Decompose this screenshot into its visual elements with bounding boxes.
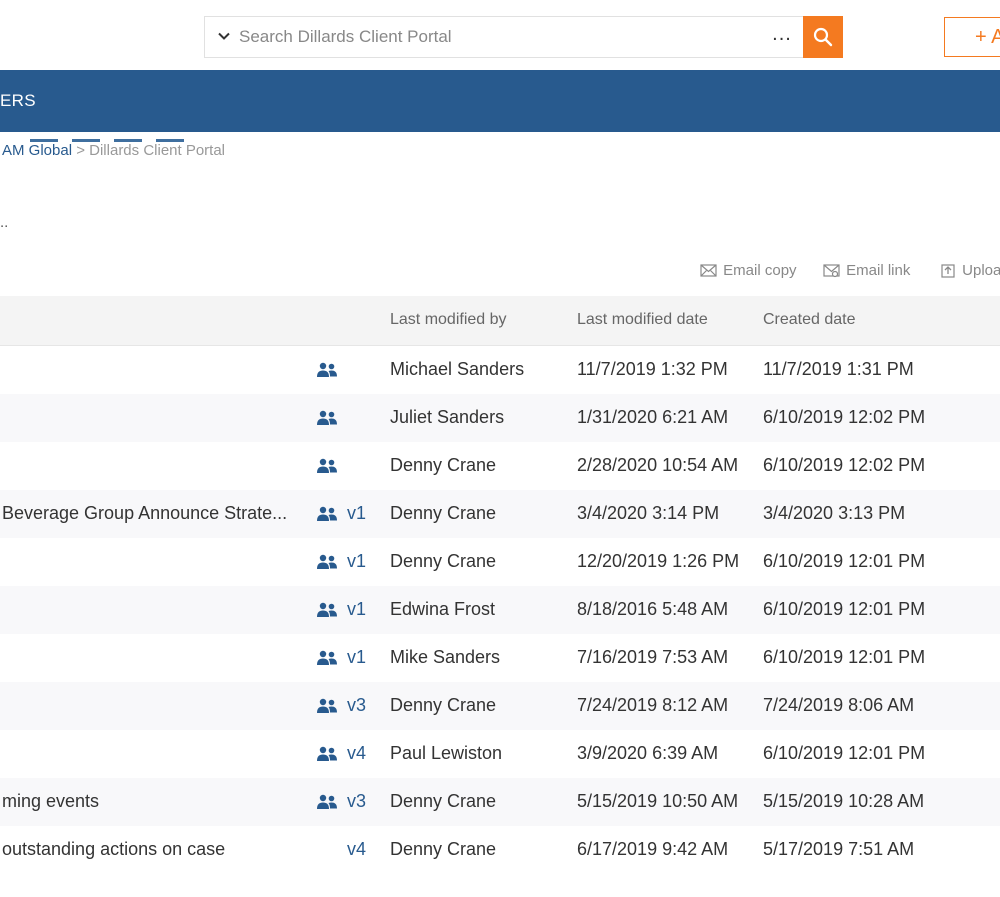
version-link[interactable]: v4	[347, 743, 366, 764]
last-modified-by: Michael Sanders	[390, 359, 525, 379]
search-button[interactable]	[803, 16, 843, 58]
email-copy-icon	[700, 262, 723, 279]
site-title: ERS	[0, 91, 36, 110]
table-row[interactable]: Beverage Group Announce Strate... v1 Denny…	[0, 490, 1000, 538]
description-fragment: ..	[0, 214, 9, 231]
shared-users-icon	[316, 410, 338, 431]
last-modified-date: 3/4/2020 3:14 PM	[577, 503, 720, 523]
last-modified-by: Juliet Sanders	[390, 407, 505, 427]
table-header: Last modified by Last modified date Crea…	[0, 296, 1000, 346]
nav-tab-indicators	[30, 129, 230, 142]
created-date: 7/24/2019 8:06 AM	[763, 695, 915, 715]
last-modified-date: 5/15/2019 10:50 AM	[577, 791, 739, 811]
last-modified-date: 6/17/2019 9:42 AM	[577, 839, 729, 859]
version-link[interactable]: v1	[347, 503, 366, 524]
last-modified-by: Denny Crane	[390, 551, 497, 571]
table-row[interactable]: outstanding actions on case v4 Denny Crane…	[0, 826, 1000, 874]
last-modified-by: Denny Crane	[390, 791, 497, 811]
last-modified-by: Denny Crane	[390, 455, 497, 475]
breadcrumb-separator: >	[76, 142, 85, 159]
version-link[interactable]: v3	[347, 791, 366, 812]
created-date: 6/10/2019 12:01 PM	[763, 599, 926, 619]
version-link[interactable]: v4	[347, 839, 366, 860]
table-row[interactable]: Juliet Sanders 1/31/2020 6:21 AM 6/10/2019…	[0, 394, 1000, 442]
table-row[interactable]: v1 Mike Sanders 7/16/2019 7:53 AM 6/10/2019…	[0, 634, 1000, 682]
column-header-last-modified-date[interactable]: Last modified date	[577, 311, 708, 329]
last-modified-by: Edwina Frost	[390, 599, 496, 619]
table-row[interactable]: v3 Denny Crane 7/24/2019 8:12 AM 7/24/2019 …	[0, 682, 1000, 730]
created-date: 6/10/2019 12:01 PM	[763, 743, 926, 763]
column-header-last-modified-by[interactable]: Last modified by	[390, 311, 507, 329]
document-name[interactable]: Beverage Group Announce Strate...	[2, 503, 292, 524]
shared-users-icon	[316, 554, 338, 575]
last-modified-by: Denny Crane	[390, 503, 497, 523]
last-modified-by: Denny Crane	[390, 839, 497, 859]
email-copy-button[interactable]: Email copy	[700, 262, 797, 279]
created-date: 6/10/2019 12:01 PM	[763, 647, 926, 667]
table-row[interactable]: ming events v3 Denny Crane 5/15/2019 10:50 …	[0, 778, 1000, 826]
site-header-bar: ERS	[0, 70, 1000, 132]
chevron-down-icon[interactable]	[217, 29, 231, 43]
table-row[interactable]: Michael Sanders 11/7/2019 1:32 PM 11/7/201…	[0, 346, 1000, 394]
last-modified-by: Denny Crane	[390, 695, 497, 715]
search-input[interactable]	[239, 25, 759, 49]
last-modified-by: Mike Sanders	[390, 647, 501, 667]
table-row[interactable]: v4 Paul Lewiston 3/9/2020 6:39 AM 6/10/2019…	[0, 730, 1000, 778]
shared-users-icon	[316, 506, 338, 527]
add-button[interactable]: + A	[944, 17, 1000, 57]
created-date: 3/4/2020 3:13 PM	[763, 503, 906, 523]
created-date: 6/10/2019 12:02 PM	[763, 407, 926, 427]
last-modified-by: Paul Lewiston	[390, 743, 503, 763]
breadcrumb-current: Dillards Client Portal	[89, 142, 226, 159]
table-row[interactable]: v1 Edwina Frost 8/18/2016 5:48 AM 6/10/2019…	[0, 586, 1000, 634]
table-row[interactable]: Denny Crane 2/28/2020 10:54 AM 6/10/2019 1…	[0, 442, 1000, 490]
shared-users-icon	[316, 602, 338, 623]
breadcrumb-link-am-global[interactable]: AM Global	[2, 142, 72, 159]
email-link-icon	[823, 262, 846, 279]
version-link[interactable]: v1	[347, 599, 366, 620]
last-modified-date: 8/18/2016 5:48 AM	[577, 599, 729, 619]
version-link[interactable]: v1	[347, 551, 366, 572]
shared-users-icon	[316, 794, 338, 815]
last-modified-date: 11/7/2019 1:32 PM	[577, 359, 728, 379]
shared-users-icon	[316, 650, 338, 671]
created-date: 5/17/2019 7:51 AM	[763, 839, 915, 859]
created-date: 6/10/2019 12:02 PM	[763, 455, 926, 475]
created-date: 6/10/2019 12:01 PM	[763, 551, 926, 571]
shared-users-icon	[316, 698, 338, 719]
version-link[interactable]: v3	[347, 695, 366, 716]
breadcrumb: AM Global > Dillards Client Portal	[2, 142, 225, 159]
table-row[interactable]: v1 Denny Crane 12/20/2019 1:26 PM 6/10/2019…	[0, 538, 1000, 586]
shared-users-icon	[316, 458, 338, 479]
upload-icon	[940, 262, 962, 279]
last-modified-date: 12/20/2019 1:26 PM	[577, 551, 740, 571]
email-link-button[interactable]: Email link	[823, 262, 910, 279]
upload-button[interactable]: Uploa	[940, 262, 1000, 279]
search-more-button[interactable]: ...	[767, 23, 797, 51]
last-modified-date: 7/16/2019 7:53 AM	[577, 647, 729, 667]
table-body: Michael Sanders 11/7/2019 1:32 PM 11/7/201…	[0, 346, 1000, 874]
last-modified-date: 3/9/2020 6:39 AM	[577, 743, 719, 763]
action-bar: Email copy Email link Uploa	[0, 262, 1000, 284]
last-modified-date: 2/28/2020 10:54 AM	[577, 455, 739, 475]
document-name[interactable]: outstanding actions on case	[2, 839, 292, 860]
document-name[interactable]: ming events	[2, 791, 292, 812]
email-copy-label: Email copy	[723, 262, 797, 279]
upload-label: Uploa	[962, 262, 1000, 279]
shared-users-icon	[316, 746, 338, 767]
column-header-created-date[interactable]: Created date	[763, 311, 856, 329]
documents-table: Last modified by Last modified date Crea…	[0, 296, 1000, 874]
email-link-label: Email link	[846, 262, 911, 279]
created-date: 5/15/2019 10:28 AM	[763, 791, 925, 811]
created-date: 11/7/2019 1:31 PM	[763, 359, 914, 379]
shared-users-icon	[316, 362, 338, 383]
search-box: ...	[204, 16, 804, 58]
version-link[interactable]: v1	[347, 647, 366, 668]
last-modified-date: 1/31/2020 6:21 AM	[577, 407, 729, 427]
last-modified-date: 7/24/2019 8:12 AM	[577, 695, 729, 715]
